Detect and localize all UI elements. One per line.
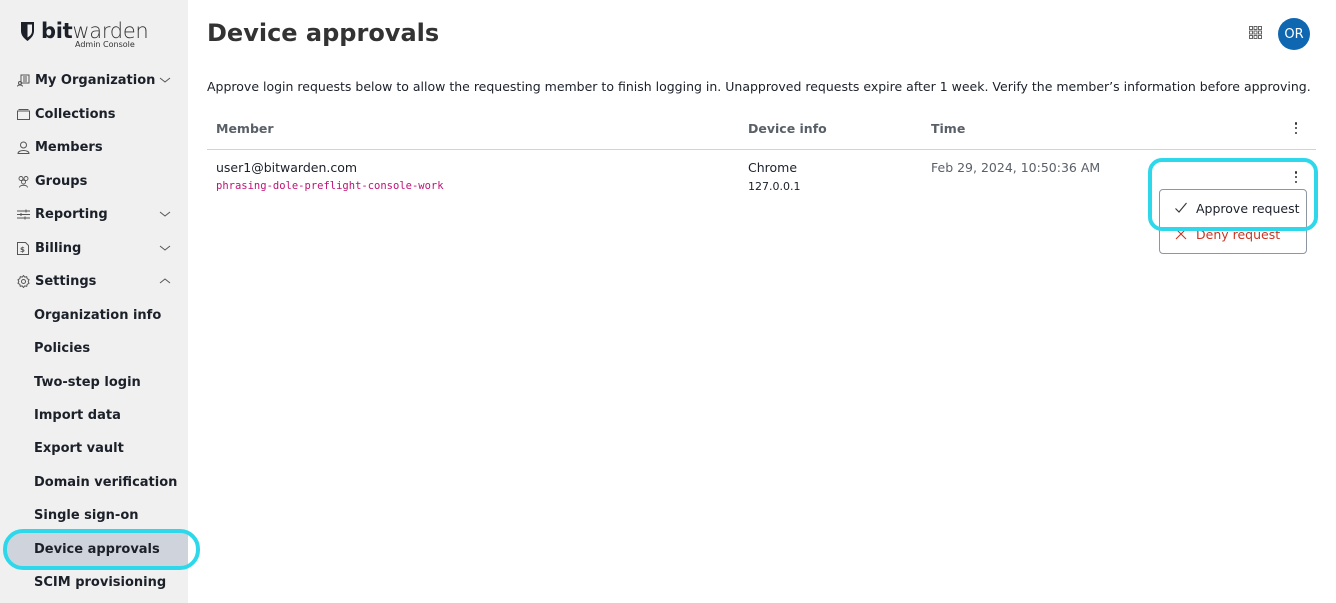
row-actions-menu: Deny request Approve request — [1159, 189, 1307, 254]
account-avatar[interactable]: OR — [1278, 18, 1310, 50]
row-actions-menu-button[interactable] — [1289, 169, 1303, 185]
deny-request-menu-item[interactable]: Deny request — [1160, 220, 1306, 248]
bitwarden-logo[interactable]: bitwarden Admin Console — [20, 19, 149, 49]
gear-icon — [16, 274, 30, 288]
sidebar-item-label: Settings — [35, 273, 97, 289]
svg-text:$: $ — [20, 246, 25, 254]
chevron-down-icon[interactable] — [158, 73, 172, 87]
sidebar-item-collections[interactable]: Collections — [16, 101, 176, 127]
approve-request-label: Approve request — [1196, 200, 1300, 216]
sidebar-item-label: Billing — [35, 240, 82, 256]
page-title: Device approvals — [207, 19, 440, 47]
dot — [1294, 122, 1298, 125]
chevron-up-icon[interactable] — [158, 274, 172, 288]
sidebar-subitem-organization-info[interactable]: Organization info — [34, 302, 161, 328]
organization-icon — [16, 73, 30, 87]
dot — [1294, 131, 1298, 134]
sidebar-item-billing[interactable]: $ Billing — [16, 235, 176, 261]
page-description: Approve login requests below to allow th… — [207, 79, 1311, 94]
product-switcher-icon[interactable] — [1249, 26, 1262, 39]
bulk-actions-menu-button[interactable] — [1289, 120, 1303, 136]
sidebar-item-label: Reporting — [35, 206, 108, 222]
sidebar-subitem-scim-provisioning[interactable]: SCIM provisioning — [34, 569, 166, 595]
sidebar-item-members[interactable]: Members — [16, 134, 176, 160]
sidebar-subitem-import-data[interactable]: Import data — [34, 402, 121, 428]
column-header-time: Time — [931, 121, 966, 136]
sidebar-item-label: My Organization — [35, 72, 156, 88]
sidebar-subitem-domain-verification[interactable]: Domain verification — [34, 469, 177, 495]
check-icon — [1175, 202, 1187, 213]
column-header-device-info: Device info — [748, 121, 827, 136]
close-icon — [1175, 228, 1187, 240]
main-content: Device approvals OR Approve login reques… — [188, 0, 1336, 603]
sidebar-item-label: Collections — [35, 106, 116, 122]
brand-subtitle: Admin Console — [75, 40, 135, 49]
device-ip: 127.0.0.1 — [748, 180, 801, 193]
sidebar-item-label: Groups — [35, 173, 88, 189]
billing-icon: $ — [16, 241, 30, 255]
chevron-down-icon[interactable] — [158, 241, 172, 255]
sidebar-item-settings[interactable]: Settings — [16, 268, 176, 294]
sidebar-item-label: Members — [35, 139, 103, 155]
sidebar-subitem-single-sign-on[interactable]: Single sign-on — [34, 502, 139, 528]
dot — [1294, 126, 1298, 130]
fingerprint-phrase: phrasing-dole-preflight-console-work — [216, 180, 444, 192]
dot — [1294, 175, 1298, 179]
sidebar-subitem-two-step-login[interactable]: Two-step login — [34, 369, 141, 395]
sidebar-subitem-export-vault[interactable]: Export vault — [34, 435, 124, 461]
approve-request-menu-item[interactable]: Approve request — [1160, 194, 1306, 222]
shield-logo-icon — [21, 22, 34, 41]
sidebar: bitwarden Admin Console My Organization … — [0, 0, 200, 603]
dot — [1294, 171, 1298, 174]
sidebar-item-groups[interactable]: Groups — [16, 168, 176, 194]
column-header-member: Member — [216, 121, 274, 136]
table-header-divider — [207, 149, 1316, 150]
sidebar-item-reporting[interactable]: Reporting — [16, 201, 176, 227]
sidebar-item-my-organization[interactable]: My Organization — [16, 67, 176, 93]
chevron-down-icon[interactable] — [158, 207, 172, 221]
collection-icon — [16, 107, 30, 121]
request-time: Feb 29, 2024, 10:50:36 AM — [931, 160, 1101, 175]
deny-request-label: Deny request — [1196, 226, 1281, 242]
sidebar-subitem-policies[interactable]: Policies — [34, 335, 90, 361]
sliders-icon — [16, 207, 30, 221]
user-icon — [16, 140, 30, 154]
device-name: Chrome — [748, 160, 798, 175]
sidebar-subitem-device-approvals[interactable]: Device approvals — [34, 536, 160, 562]
users-icon — [16, 174, 30, 188]
member-email: user1@bitwarden.com — [216, 160, 358, 175]
dot — [1294, 180, 1298, 183]
